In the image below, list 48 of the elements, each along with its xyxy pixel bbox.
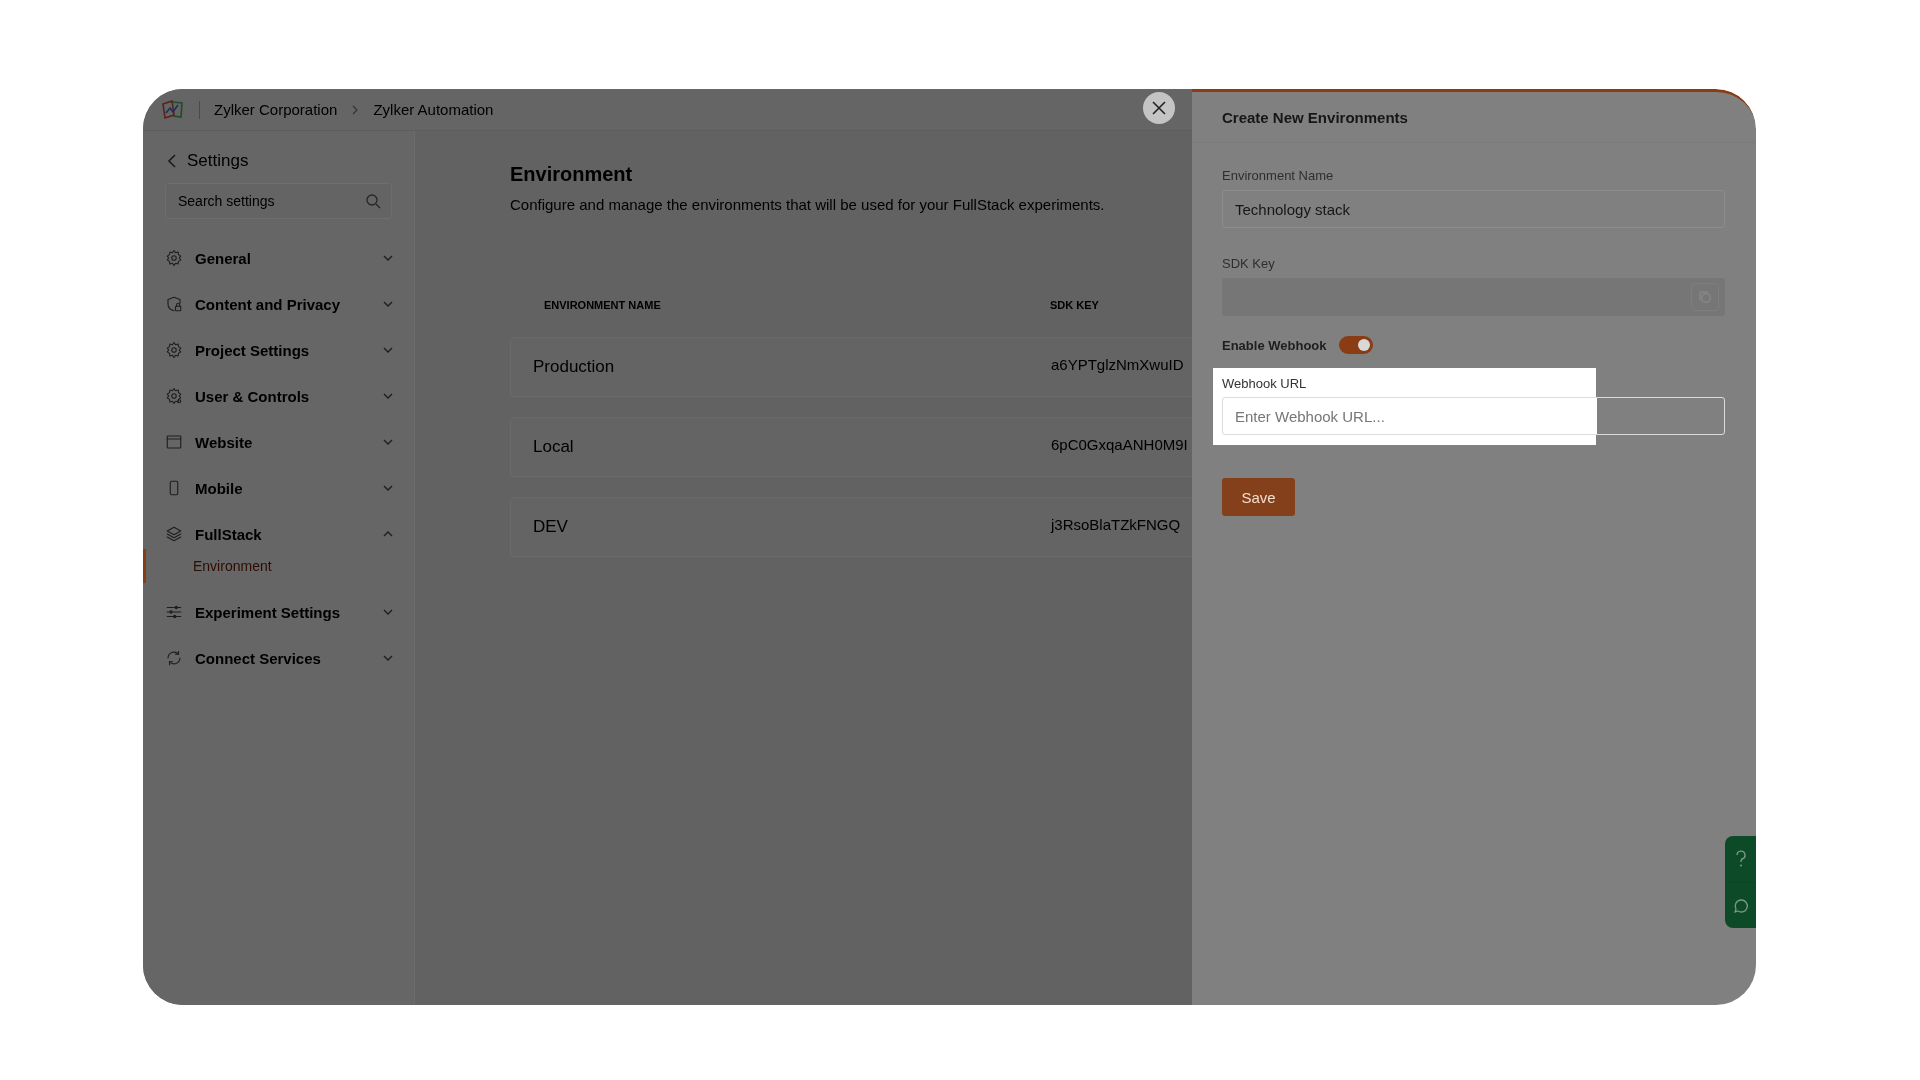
sidebar-item[interactable]: General (143, 235, 414, 281)
sidebar-item[interactable]: Website (143, 419, 414, 465)
question-icon (1734, 850, 1747, 868)
column-header: ENVIRONMENT NAME (544, 299, 662, 311)
sidebar-item[interactable]: User & Controls (143, 373, 414, 419)
input-field[interactable]: Enter Webhook URL... (1222, 397, 1725, 435)
chat-icon (1732, 897, 1749, 914)
sidebar-item[interactable]: Connect Services (143, 635, 414, 681)
sliders-icon (165, 603, 183, 621)
search-icon (365, 193, 381, 209)
breadcrumb-item[interactable]: Zylker Corporation (214, 101, 338, 118)
field-label: Webhook URL (1222, 376, 1308, 391)
chevron-right-icon (351, 103, 360, 116)
sidebar-item[interactable]: Experiment Settings (143, 589, 414, 635)
column-header: SDK KEY (1050, 299, 1099, 311)
close-icon (1152, 101, 1166, 115)
environment-row[interactable]: Local 6pC0GxqaANH0M9I (510, 417, 1192, 477)
save-button[interactable]: Save (1222, 478, 1295, 516)
shield-lock-icon (165, 295, 183, 313)
field-label: SDK Key (1222, 256, 1276, 271)
user-gear-icon (165, 387, 183, 405)
search-field[interactable]: Search settings (165, 183, 392, 219)
back-icon[interactable] (167, 154, 177, 168)
gear-icon (165, 341, 183, 359)
sidebar-subitem[interactable]: Environment (143, 549, 414, 583)
sync-icon (165, 649, 183, 667)
gear-icon (165, 249, 183, 267)
logo-icon[interactable] (161, 99, 185, 120)
sidebar-item[interactable]: Project Settings (143, 327, 414, 373)
page-description: Configure and manage the environments that will be used for your FullStack experiments. (510, 196, 1106, 213)
table-cell-text: 6pC0GxqaANH0M9I (1051, 435, 1189, 453)
panel-title: Create New Environments (1192, 92, 1756, 143)
toggle-label: Enable Webhook (1222, 337, 1327, 353)
environment-row[interactable]: Production a6YPTglzNmXwuID (510, 337, 1192, 397)
sidebar-item[interactable]: Mobile (143, 465, 414, 511)
browser-icon (165, 433, 183, 451)
sidebar-item[interactable]: Content and Privacy (143, 281, 414, 327)
layers-icon (165, 525, 183, 543)
breadcrumb-item[interactable]: Zylker Automation (373, 101, 494, 118)
input-field[interactable]: Technology stack (1222, 190, 1725, 228)
toggle-switch[interactable] (1338, 336, 1373, 354)
sidebar-title: Settings (187, 151, 249, 171)
field-label: Environment Name (1222, 168, 1335, 183)
environment-row[interactable]: DEV j3RsoBlaTZkFNGQ (510, 497, 1192, 557)
table-cell-text: j3RsoBlaTZkFNGQ (1051, 515, 1182, 533)
search-input[interactable]: Search settings (176, 192, 365, 210)
page-title: Environment (510, 163, 634, 186)
table-cell-text: a6YPTglzNmXwuID (1051, 355, 1185, 373)
